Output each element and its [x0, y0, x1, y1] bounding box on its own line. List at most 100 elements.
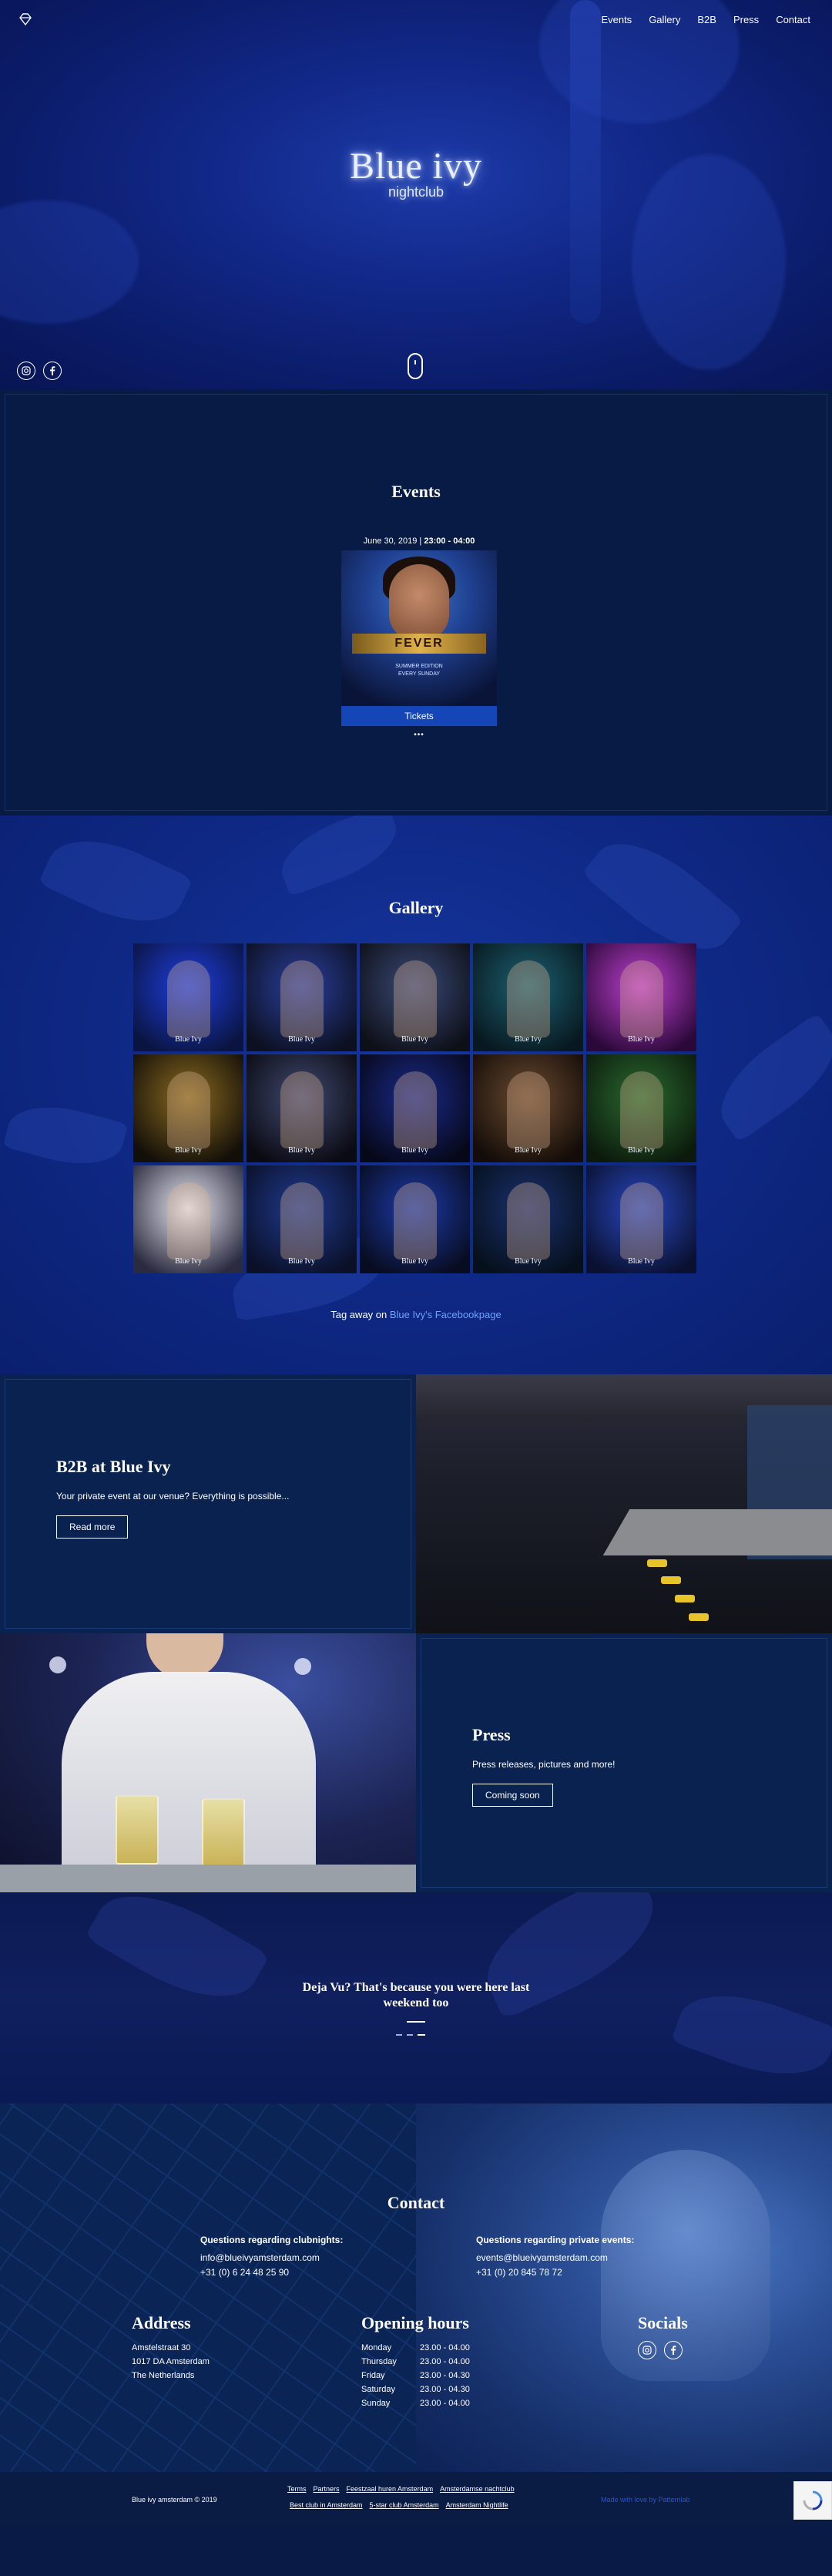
testimonial-quote-line: weekend too [383, 1996, 449, 2009]
gallery-photo[interactable]: Blue Ivy [133, 1054, 243, 1162]
clubnights-email[interactable]: info@blueivyamsterdam.com [200, 2252, 320, 2263]
footer-link-terms[interactable]: Terms [287, 2485, 307, 2493]
events-title: Events [391, 482, 441, 501]
footer-link-best-club[interactable]: Best club in Amsterdam [290, 2501, 363, 2509]
scroll-down-indicator[interactable] [408, 353, 423, 379]
gallery-photo[interactable]: Blue Ivy [360, 943, 470, 1051]
gallery-photo[interactable]: Blue Ivy [586, 943, 696, 1051]
gallery-background-leaf [703, 1012, 832, 1143]
bar-counter [0, 1865, 416, 1892]
nav-item-b2b[interactable]: B2B [697, 14, 716, 25]
gallery-photo[interactable]: Blue Ivy [586, 1165, 696, 1273]
facebook-icon[interactable] [43, 362, 62, 380]
opening-hours-heading: Opening hours [361, 2313, 469, 2332]
facebook-page-link[interactable]: Blue Ivy's Facebookpage [390, 1309, 502, 1320]
gallery-photo[interactable]: Blue Ivy [247, 1054, 357, 1162]
gallery-watermark: Blue Ivy [515, 1257, 542, 1266]
gallery-watermark: Blue Ivy [288, 1035, 315, 1044]
b2b-content: B2B at Blue Ivy Your private event at ou… [56, 1457, 289, 1539]
hours-time: 23.00 - 04.00 [420, 2357, 470, 2366]
gallery-watermark: Blue Ivy [401, 1257, 428, 1266]
press-content: Press Press releases, pictures and more!… [472, 1725, 615, 1807]
gallery-watermark: Blue Ivy [628, 1146, 655, 1155]
address-line: The Netherlands [132, 2371, 195, 2380]
cocktail-glass [202, 1798, 245, 1868]
testimonial-pager [396, 2034, 425, 2036]
gallery-photo-figure [620, 1071, 663, 1148]
recaptcha-badge[interactable] [793, 2481, 832, 2520]
quote-divider [407, 2021, 425, 2023]
gallery-photo[interactable]: Blue Ivy [133, 1165, 243, 1273]
gallery-photo-figure [620, 960, 663, 1037]
photo-light [294, 1658, 311, 1675]
contact-section: Contact Questions regarding clubnights: … [0, 2104, 832, 2472]
address-lines: Amstelstraat 30 1017 DA Amsterdam The Ne… [132, 2341, 210, 2383]
gallery-watermark: Blue Ivy [288, 1146, 315, 1155]
instagram-icon[interactable] [17, 362, 35, 380]
footer-link-partners[interactable]: Partners [314, 2485, 340, 2493]
gallery-watermark: Blue Ivy [175, 1257, 202, 1266]
coming-soon-button[interactable]: Coming soon [472, 1784, 553, 1807]
footer-link-nightlife[interactable]: Amsterdam Nightlife [446, 2501, 508, 2509]
events-more-dots[interactable]: ••• [339, 731, 499, 739]
gallery-photo[interactable]: Blue Ivy [473, 943, 583, 1051]
footer-credit[interactable]: Made with love by Patternlab [601, 2496, 690, 2504]
private-events-email[interactable]: events@blueivyamsterdam.com [476, 2252, 608, 2263]
pager-dot[interactable] [407, 2034, 413, 2036]
gallery-photo[interactable]: Blue Ivy [133, 943, 243, 1051]
socials-heading: Socials [638, 2313, 688, 2332]
gallery-watermark: Blue Ivy [401, 1146, 428, 1155]
gallery-watermark: Blue Ivy [175, 1146, 202, 1155]
clubnights-phone[interactable]: +31 (0) 6 24 48 25 90 [200, 2267, 289, 2278]
gallery-photo[interactable]: Blue Ivy [360, 1054, 470, 1162]
gallery-watermark: Blue Ivy [175, 1035, 202, 1044]
b2b-venue-photo [416, 1374, 832, 1633]
event-poster[interactable]: FEVER SUMMER EDITION EVERY SUNDAY [341, 550, 497, 706]
pager-dot[interactable] [396, 2034, 402, 2036]
hero-background-foliage [0, 200, 139, 324]
press-frame: Press Press releases, pictures and more!… [421, 1638, 827, 1888]
gallery-watermark: Blue Ivy [515, 1146, 542, 1155]
cocktail-glass [116, 1795, 159, 1865]
testimonial-quote-line: Deja Vu? That's because you were here la… [302, 1981, 530, 1994]
diamond-icon[interactable] [17, 11, 34, 28]
nav-item-gallery[interactable]: Gallery [649, 14, 680, 25]
nav-item-press[interactable]: Press [733, 14, 759, 25]
footer-link-5-star[interactable]: 5-star club Amsterdam [370, 2501, 439, 2509]
footer-link-feestzaal[interactable]: Feestzaal huren Amsterdam [347, 2485, 434, 2493]
instagram-icon[interactable] [638, 2341, 656, 2359]
pager-dot-active[interactable] [418, 2034, 425, 2036]
event-card[interactable]: June 30, 2019 | 23:00 - 04:00 FEVER SUMM… [339, 536, 499, 739]
event-time: 23:00 - 04:00 [424, 536, 475, 546]
read-more-button[interactable]: Read more [56, 1515, 129, 1539]
nav-item-contact[interactable]: Contact [776, 14, 810, 25]
nav-item-events[interactable]: Events [601, 14, 632, 25]
gallery-photo[interactable]: Blue Ivy [473, 1165, 583, 1273]
socials-block: Socials [638, 2313, 688, 2359]
gallery-photo-figure [620, 1182, 663, 1259]
gallery-photo-figure [507, 1071, 550, 1148]
gallery-photo[interactable]: Blue Ivy [360, 1165, 470, 1273]
gallery-photo-figure [167, 960, 210, 1037]
gallery-photo[interactable]: Blue Ivy [586, 1054, 696, 1162]
tickets-button[interactable]: Tickets [341, 706, 497, 726]
facebook-icon[interactable] [664, 2341, 683, 2359]
poster-line: SUMMER EDITION [395, 664, 443, 669]
hero-logo: Blue ivy nightclub [0, 145, 832, 200]
gallery-photo[interactable]: Blue Ivy [247, 943, 357, 1051]
gallery-watermark: Blue Ivy [401, 1035, 428, 1044]
private-events-phone[interactable]: +31 (0) 20 845 78 72 [476, 2267, 562, 2278]
testimonial-section: Deja Vu? That's because you were here la… [0, 1892, 832, 2104]
hours-day: Friday [361, 2371, 385, 2380]
gallery-background-leaf [2, 1094, 129, 1177]
gallery-background-leaf [271, 816, 407, 897]
gallery-photo[interactable]: Blue Ivy [473, 1054, 583, 1162]
gallery-photo[interactable]: Blue Ivy [247, 1165, 357, 1273]
b2b-text: Your private event at our venue? Everyth… [56, 1491, 290, 1502]
gallery-watermark: Blue Ivy [288, 1257, 315, 1266]
footer-link-nachtclub[interactable]: Amsterdamse nachtclub [440, 2485, 515, 2493]
hours-row: Thursday 23.00 - 04.00 [361, 2355, 470, 2369]
b2b-frame: B2B at Blue Ivy Your private event at ou… [5, 1379, 411, 1629]
hours-row: Friday 23.00 - 04.30 [361, 2369, 470, 2383]
photo-light [49, 1656, 66, 1673]
